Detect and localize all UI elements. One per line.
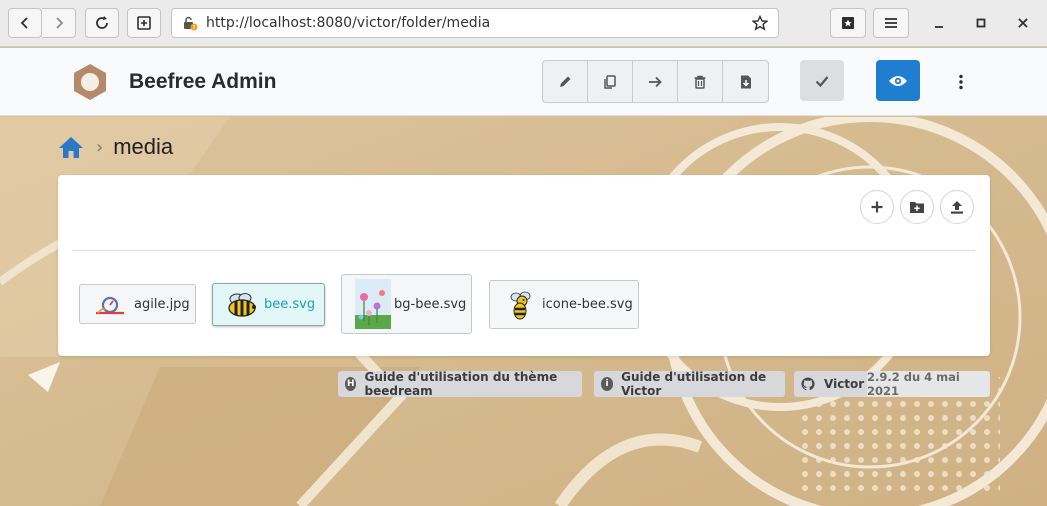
chevron-right-icon bbox=[55, 17, 63, 29]
hamburger-icon bbox=[885, 18, 897, 28]
breadcrumb: › media bbox=[58, 132, 173, 162]
home-icon[interactable] bbox=[58, 135, 84, 159]
upload-icon bbox=[951, 201, 963, 214]
url-text: http://localhost:8080/victor/folder/medi… bbox=[206, 15, 491, 31]
bookmarks-button[interactable] bbox=[830, 8, 866, 38]
bookmarks-icon bbox=[842, 17, 854, 29]
edit-button[interactable] bbox=[543, 61, 588, 102]
file-tile-bee[interactable]: bee.svg bbox=[212, 283, 325, 326]
browser-toolbar: http://localhost:8080/victor/folder/medi… bbox=[0, 0, 1047, 47]
check-icon bbox=[815, 75, 829, 87]
maximize-icon bbox=[976, 18, 986, 28]
add-folder-button[interactable] bbox=[900, 190, 934, 224]
breadcrumb-current: media bbox=[113, 134, 174, 159]
url-bar[interactable]: http://localhost:8080/victor/folder/medi… bbox=[171, 8, 779, 38]
victor-guide-link[interactable]: i Guide d'utilisation de Victor bbox=[594, 370, 785, 398]
insecure-connection-icon bbox=[184, 16, 198, 31]
file-download-icon bbox=[740, 75, 751, 88]
bg-bee-thumbnail-icon bbox=[355, 279, 391, 329]
copy-button[interactable] bbox=[588, 61, 633, 102]
help-icon: H bbox=[345, 377, 357, 391]
folder-plus-icon bbox=[910, 202, 924, 213]
close-icon bbox=[1018, 18, 1028, 28]
kebab-menu-icon bbox=[959, 74, 963, 90]
theme-guide-label: Guide d'utilisation du thème beedream bbox=[364, 370, 558, 398]
maximize-button[interactable] bbox=[969, 11, 993, 35]
delete-button[interactable] bbox=[678, 61, 723, 102]
file-name: bee.svg bbox=[264, 297, 316, 312]
bee-thumbnail-icon bbox=[228, 292, 256, 317]
minimize-button[interactable] bbox=[927, 11, 951, 35]
file-tile-bg-bee[interactable]: bg-bee.svg bbox=[341, 274, 472, 334]
move-button[interactable] bbox=[633, 61, 678, 102]
arrow-right-icon bbox=[649, 76, 662, 87]
menu-button[interactable] bbox=[873, 8, 909, 38]
validate-button[interactable] bbox=[800, 60, 844, 101]
add-file-button[interactable] bbox=[860, 190, 894, 224]
github-icon bbox=[801, 377, 815, 391]
github-label: Victor bbox=[824, 377, 865, 391]
theme-guide-link[interactable]: H Guide d'utilisation du thème beedream bbox=[338, 370, 582, 398]
file-tile-agile[interactable]: agile.jpg bbox=[79, 284, 196, 324]
preview-button[interactable] bbox=[876, 60, 920, 101]
app-header: Beefree Admin bbox=[0, 48, 1047, 116]
panel-divider bbox=[72, 250, 975, 251]
new-tab-icon bbox=[137, 16, 151, 30]
copy-icon bbox=[604, 74, 616, 89]
version-badge: 2.9.2 du 4 mai 2021 bbox=[867, 370, 990, 398]
icone-bee-thumbnail-icon bbox=[510, 291, 531, 319]
more-options-button[interactable] bbox=[950, 68, 972, 96]
document-actions-toolbar bbox=[542, 60, 769, 103]
bookmark-star-icon[interactable] bbox=[752, 15, 768, 31]
app-title[interactable]: Beefree Admin bbox=[129, 70, 276, 94]
reload-icon bbox=[96, 16, 108, 29]
pencil-icon bbox=[560, 76, 571, 87]
forward-button[interactable] bbox=[42, 8, 76, 38]
plus-icon bbox=[871, 201, 883, 213]
github-link[interactable]: Victor bbox=[794, 371, 868, 397]
file-name: agile.jpg bbox=[134, 296, 190, 312]
minimize-icon bbox=[935, 26, 943, 28]
new-tab-button[interactable] bbox=[127, 8, 161, 38]
upload-button[interactable] bbox=[940, 190, 974, 224]
file-name: icone-bee.svg bbox=[542, 297, 633, 312]
breadcrumb-separator-icon: › bbox=[96, 136, 104, 158]
victor-guide-label: Guide d'utilisation de Victor bbox=[621, 370, 767, 398]
close-window-button[interactable] bbox=[1011, 11, 1035, 35]
back-button[interactable] bbox=[8, 8, 42, 38]
eye-icon bbox=[889, 75, 907, 86]
agile-thumbnail-icon bbox=[96, 296, 124, 315]
chevron-left-icon bbox=[20, 17, 28, 29]
file-name: bg-bee.svg bbox=[394, 296, 467, 312]
info-icon: i bbox=[601, 377, 614, 391]
beefree-logo-icon bbox=[74, 64, 106, 100]
trash-icon bbox=[694, 75, 706, 89]
download-button[interactable] bbox=[723, 61, 768, 102]
media-folder-panel: agile.jpg bee.svg bg-bee.svg icone-bee.s… bbox=[58, 175, 990, 356]
reload-button[interactable] bbox=[85, 8, 119, 38]
file-tile-icone-bee[interactable]: icone-bee.svg bbox=[489, 280, 639, 329]
